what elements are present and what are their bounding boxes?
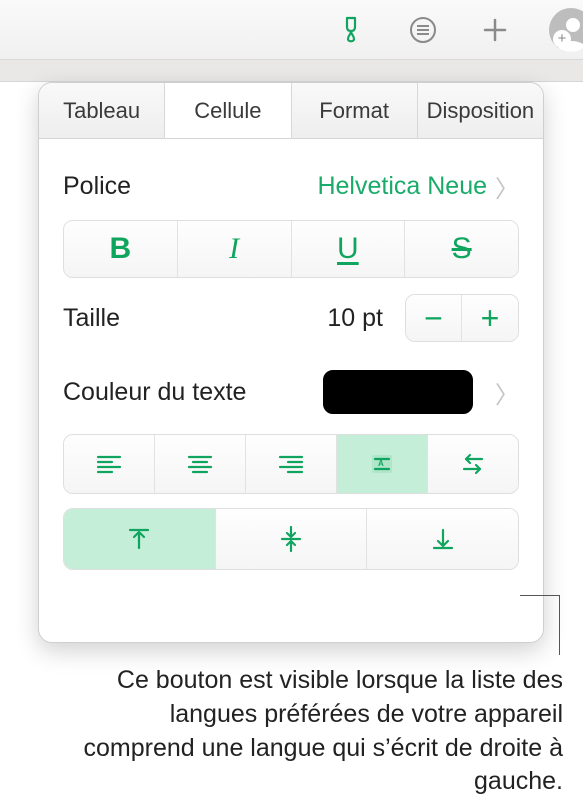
share-avatar-icon[interactable]: + bbox=[549, 8, 583, 52]
underline-button[interactable]: U bbox=[292, 221, 406, 277]
font-label: Police bbox=[63, 172, 131, 201]
bold-button[interactable]: B bbox=[64, 221, 178, 277]
align-justify-button[interactable]: A bbox=[337, 435, 428, 493]
text-style-segment: B I U S bbox=[63, 220, 519, 278]
strikethrough-button[interactable]: S bbox=[405, 221, 518, 277]
popover-tabs: Tableau Cellule Format Disposition bbox=[39, 83, 543, 139]
size-decrease-button[interactable]: − bbox=[406, 295, 462, 341]
align-middle-button[interactable] bbox=[216, 509, 368, 569]
font-value: Helvetica Neue bbox=[317, 172, 487, 201]
tab-disposition[interactable]: Disposition bbox=[418, 83, 543, 138]
horizontal-align-segment: A bbox=[63, 434, 519, 494]
direction-rtl-button[interactable] bbox=[428, 435, 518, 493]
document-stripe bbox=[0, 60, 583, 82]
format-popover: Tableau Cellule Format Disposition Polic… bbox=[38, 82, 544, 643]
size-value: 10 pt bbox=[327, 304, 391, 333]
size-row: Taille 10 pt − + bbox=[63, 278, 519, 356]
chevron-right-icon: 〉 bbox=[495, 375, 519, 410]
italic-button[interactable]: I bbox=[178, 221, 292, 277]
tab-tableau[interactable]: Tableau bbox=[39, 83, 165, 138]
chevron-right-icon: 〉 bbox=[495, 169, 519, 204]
svg-text:A: A bbox=[378, 459, 384, 468]
top-toolbar: + bbox=[0, 0, 583, 60]
size-increase-button[interactable]: + bbox=[462, 295, 518, 341]
align-top-button[interactable] bbox=[64, 509, 216, 569]
text-color-swatch[interactable] bbox=[323, 370, 473, 414]
callout-line bbox=[520, 595, 560, 655]
format-brush-icon[interactable] bbox=[333, 12, 369, 48]
font-row[interactable]: Police Helvetica Neue 〉 bbox=[63, 153, 519, 220]
caption-text: Ce bouton est visible lorsque la liste d… bbox=[75, 664, 563, 799]
tab-cellule[interactable]: Cellule bbox=[165, 83, 291, 138]
align-bottom-button[interactable] bbox=[367, 509, 518, 569]
list-icon[interactable] bbox=[405, 12, 441, 48]
align-center-button[interactable] bbox=[155, 435, 246, 493]
text-color-row[interactable]: Couleur du texte 〉 bbox=[63, 356, 519, 434]
align-right-button[interactable] bbox=[246, 435, 337, 493]
panel-body: Police Helvetica Neue 〉 B I U S Taille 1… bbox=[39, 139, 543, 570]
size-label: Taille bbox=[63, 304, 313, 333]
text-color-label: Couleur du texte bbox=[63, 378, 309, 407]
size-stepper: − + bbox=[405, 294, 519, 342]
tab-format[interactable]: Format bbox=[292, 83, 418, 138]
add-icon[interactable] bbox=[477, 12, 513, 48]
align-left-button[interactable] bbox=[64, 435, 155, 493]
vertical-align-segment bbox=[63, 508, 519, 570]
